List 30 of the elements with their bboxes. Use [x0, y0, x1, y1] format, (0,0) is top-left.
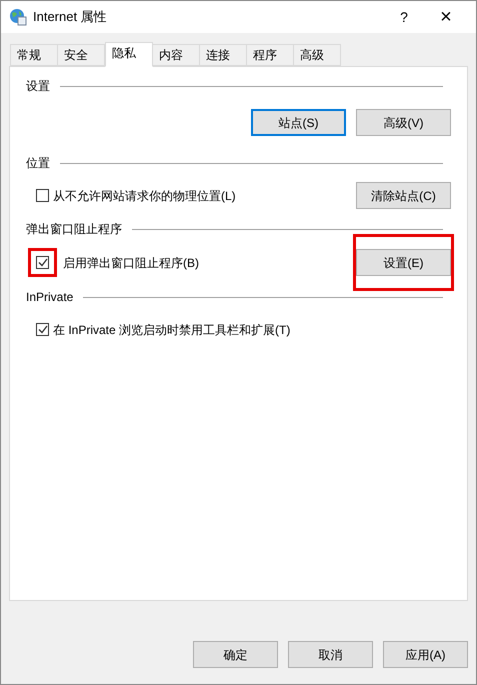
tab[interactable]: 高级	[293, 44, 341, 66]
dialog-button[interactable]: 取消	[288, 641, 373, 668]
dialog-button[interactable]: 确定	[193, 641, 278, 668]
checkbox-label: 启用弹出窗口阻止程序(B)	[63, 254, 199, 272]
globe-icon	[9, 8, 27, 26]
help-button[interactable]: ?	[384, 6, 424, 28]
checkmark-icon	[38, 258, 48, 267]
tab[interactable]: 隐私	[105, 42, 153, 67]
dialog-button[interactable]: 应用(A)	[383, 641, 468, 668]
tab[interactable]: 安全	[57, 44, 105, 66]
checkbox[interactable]	[36, 256, 49, 269]
checkbox-label: 在 InPrivate 浏览启动时禁用工具栏和扩展(T)	[53, 322, 290, 338]
checkbox[interactable]	[36, 189, 49, 202]
group-title: InPrivate	[26, 289, 74, 306]
dialog-button[interactable]: 设置(E)	[356, 249, 451, 276]
dialog-button[interactable]: 高级(V)	[356, 109, 451, 136]
tab[interactable]: 内容	[152, 44, 200, 66]
checkbox-label: 从不允许网站请求你的物理位置(L)	[53, 188, 236, 204]
group-title: 设置	[26, 78, 50, 95]
checkbox[interactable]	[36, 323, 49, 336]
close-button[interactable]: ×	[424, 2, 468, 32]
group-title: 弹出窗口阻止程序	[26, 221, 122, 238]
checkmark-icon	[38, 325, 48, 334]
dialog-button[interactable]: 清除站点(C)	[356, 182, 451, 209]
dialog-button[interactable]: 站点(S)	[251, 109, 346, 136]
group-title: 位置	[26, 155, 50, 172]
tab[interactable]: 常规	[10, 44, 58, 66]
tab[interactable]: 连接	[199, 44, 247, 66]
window-title: Internet 属性	[33, 8, 107, 26]
tab[interactable]: 程序	[246, 44, 294, 66]
